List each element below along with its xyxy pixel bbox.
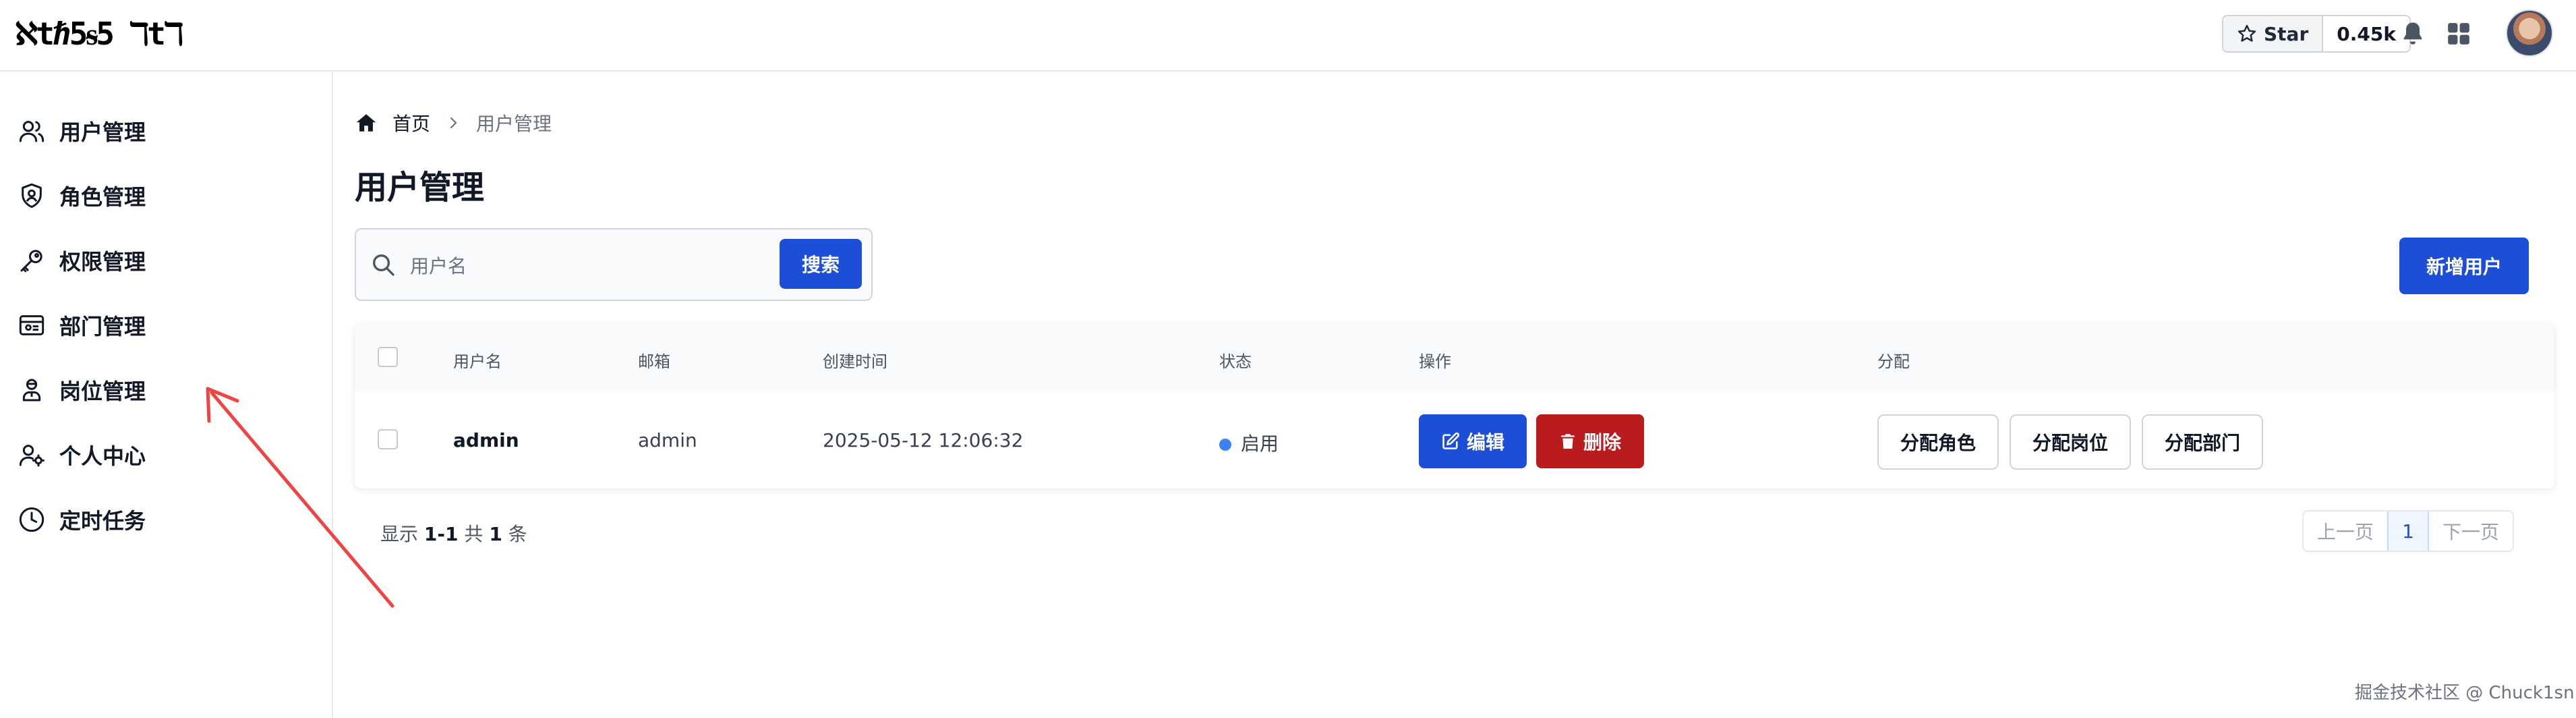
star-button[interactable]: Star bbox=[2223, 16, 2324, 51]
breadcrumb-home[interactable]: 首页 bbox=[392, 109, 430, 136]
row-checkbox[interactable] bbox=[378, 429, 398, 449]
trash-icon bbox=[1561, 434, 1575, 449]
star-count[interactable]: 0.45k bbox=[2323, 16, 2409, 51]
pagination-total-prefix: 共 bbox=[464, 523, 484, 545]
status-label: 启用 bbox=[1241, 433, 1279, 455]
delete-button[interactable]: 删除 bbox=[1536, 414, 1644, 468]
sidebar-item-permissions[interactable]: 权限管理 bbox=[0, 233, 333, 287]
bell-icon[interactable] bbox=[2398, 19, 2428, 49]
pagination-info: 显示 1-1 共 1 条 bbox=[380, 520, 527, 547]
page-button-current[interactable]: 1 bbox=[2387, 512, 2430, 551]
pagination-suffix: 条 bbox=[508, 523, 527, 545]
position-icon bbox=[18, 376, 46, 404]
prev-page-button[interactable]: 上一页 bbox=[2304, 512, 2388, 551]
sidebar-item-label: 定时任务 bbox=[59, 508, 146, 534]
top-bar: ℵtℏ5ᵴ5 ℸtℸ Star 0.45k bbox=[0, 0, 2576, 72]
assign-position-button[interactable]: 分配岗位 bbox=[2010, 414, 2131, 470]
breadcrumb: 首页 用户管理 bbox=[355, 107, 552, 139]
sidebar-item-label: 部门管理 bbox=[59, 314, 146, 339]
header-assign: 分配 bbox=[1877, 352, 1910, 371]
header-username: 用户名 bbox=[453, 352, 502, 371]
avatar[interactable] bbox=[2506, 9, 2553, 57]
edit-icon bbox=[1442, 432, 1459, 449]
header-actions: 操作 bbox=[1419, 352, 1451, 371]
logo-text: ℵtℏ5ᵴ5 ℸtℸ bbox=[15, 16, 184, 52]
sidebar-item-roles[interactable]: 角色管理 bbox=[0, 169, 333, 223]
assign-department-button[interactable]: 分配部门 bbox=[2142, 414, 2263, 470]
search-button[interactable]: 搜索 bbox=[780, 239, 862, 289]
star-label: Star bbox=[2264, 22, 2309, 45]
assign-role-button[interactable]: 分配角色 bbox=[1877, 414, 1999, 470]
sidebar-item-label: 权限管理 bbox=[59, 249, 146, 275]
add-user-button[interactable]: 新增用户 bbox=[2399, 238, 2529, 294]
apps-grid-icon[interactable] bbox=[2444, 19, 2473, 49]
cell-status: 启用 bbox=[1219, 429, 1279, 456]
clock-icon bbox=[18, 505, 46, 534]
key-icon bbox=[18, 246, 46, 275]
pagination-total: 1 bbox=[489, 523, 502, 545]
search-icon bbox=[373, 254, 394, 276]
users-table: 用户名 邮箱 创建时间 状态 操作 分配 admin admin 2025-05… bbox=[355, 324, 2554, 489]
edit-label: 编辑 bbox=[1466, 431, 1504, 453]
pagination: 上一页 1 下一页 bbox=[2302, 510, 2515, 552]
search-box: 搜索 bbox=[355, 228, 873, 301]
next-page-button[interactable]: 下一页 bbox=[2429, 512, 2513, 551]
main-content: 首页 用户管理 用户管理 搜索 新增用户 用户名 邮箱 创建时间 状态 操作 分… bbox=[334, 72, 2576, 718]
select-all-checkbox[interactable] bbox=[378, 347, 398, 367]
page-title: 用户管理 bbox=[355, 169, 485, 206]
table-header: 用户名 邮箱 创建时间 状态 操作 分配 bbox=[355, 324, 2554, 391]
github-star-group: Star 0.45k bbox=[2222, 15, 2411, 53]
sidebar-item-departments[interactable]: 部门管理 bbox=[0, 298, 333, 352]
department-icon bbox=[18, 311, 46, 339]
sidebar-item-label: 用户管理 bbox=[59, 119, 146, 145]
header-status: 状态 bbox=[1219, 352, 1252, 371]
sidebar-item-label: 角色管理 bbox=[59, 184, 146, 210]
cell-created-at: 2025-05-12 12:06:32 bbox=[823, 429, 1024, 451]
chevron-right-icon bbox=[450, 117, 457, 129]
table-row: admin admin 2025-05-12 12:06:32 启用 编辑 删除… bbox=[355, 391, 2554, 489]
shield-user-icon bbox=[18, 182, 46, 210]
header-created-at: 创建时间 bbox=[823, 352, 887, 371]
home-icon[interactable] bbox=[355, 111, 378, 134]
logo[interactable]: ℵtℏ5ᵴ5 ℸtℸ bbox=[15, 16, 184, 52]
header-email: 邮箱 bbox=[638, 352, 670, 371]
search-input[interactable] bbox=[410, 246, 761, 286]
pagination-prefix: 显示 bbox=[380, 523, 419, 545]
star-icon bbox=[2237, 24, 2256, 42]
pagination-range: 1-1 bbox=[423, 523, 459, 545]
sidebar-item-label: 个人中心 bbox=[59, 443, 146, 469]
cell-username: admin bbox=[453, 429, 519, 451]
edit-button[interactable]: 编辑 bbox=[1419, 414, 1527, 468]
user-settings-icon bbox=[18, 441, 46, 469]
sidebar-item-label: 岗位管理 bbox=[59, 379, 146, 404]
users-icon bbox=[18, 117, 46, 145]
cell-email: admin bbox=[638, 429, 697, 451]
watermark: 掘金技术社区 @ Chuck1sn bbox=[2355, 683, 2575, 703]
status-dot bbox=[1219, 439, 1231, 451]
delete-label: 删除 bbox=[1583, 431, 1621, 453]
sidebar-item-users[interactable]: 用户管理 bbox=[0, 104, 333, 158]
breadcrumb-current: 用户管理 bbox=[476, 113, 552, 135]
